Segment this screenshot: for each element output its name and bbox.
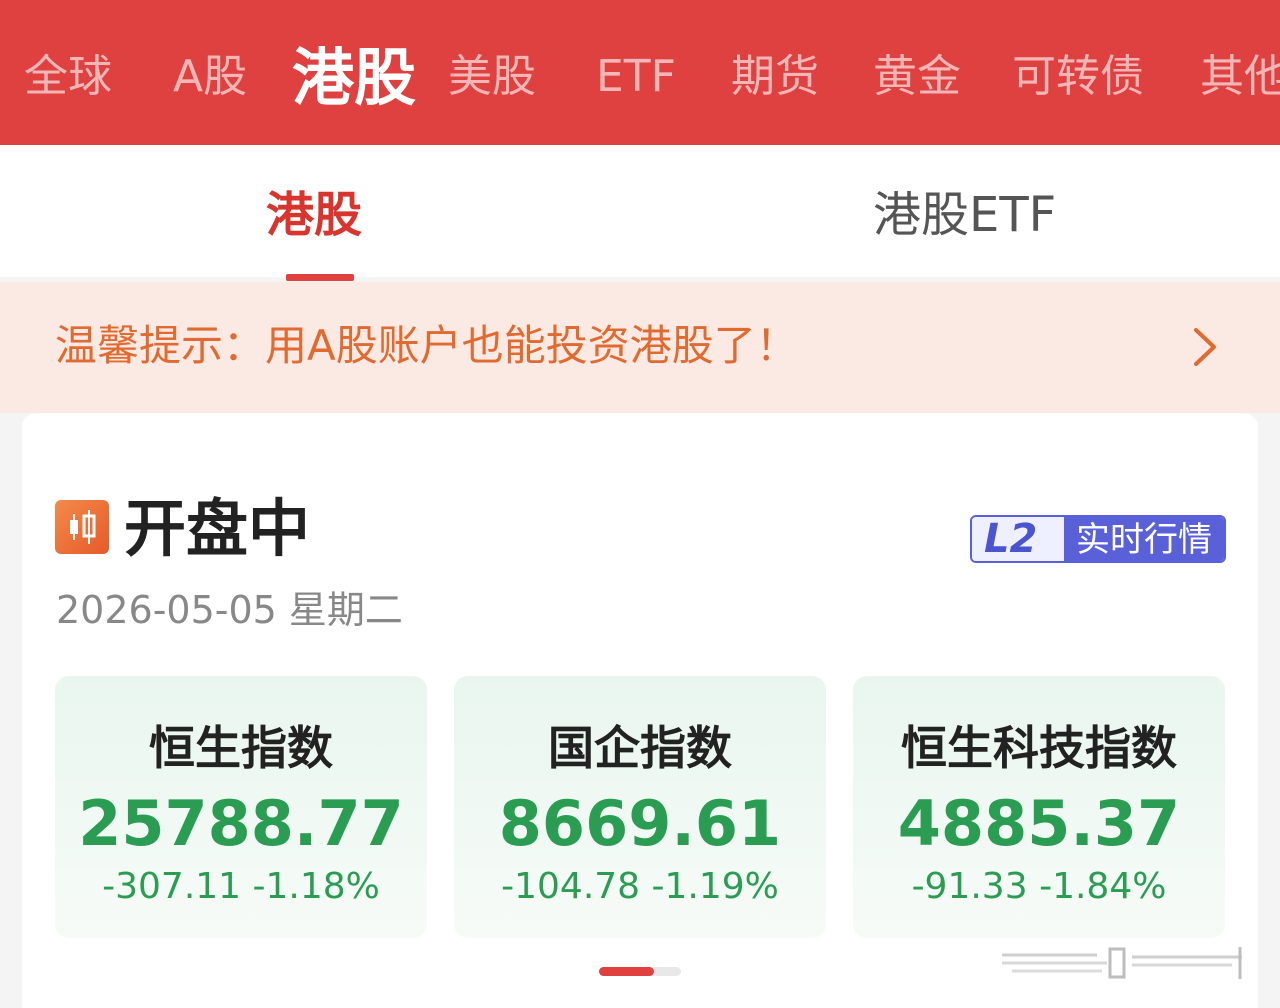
market-overview-card: 开盘中 2026-05-05 星期二 L2 实时行情 恒生指数 25788.77… [22, 413, 1258, 1008]
market-tab-global[interactable]: 全球 [24, 47, 112, 107]
sub-tab-bar: 港股 港股ETF [0, 145, 1280, 281]
l2-badge-code: L2 [984, 516, 1038, 562]
index-value: 4885.37 [897, 787, 1181, 860]
index-name: 国企指数 [548, 721, 732, 775]
index-name: 恒生科技指数 [901, 721, 1177, 775]
candlestick-icon [55, 500, 109, 554]
index-change-percent: -1.84% [1039, 866, 1167, 907]
index-change: -91.33 -1.84% [853, 864, 1225, 910]
active-tab-indicator [286, 274, 354, 281]
sub-tab-hk-etf[interactable]: 港股ETF [873, 185, 1056, 245]
l2-realtime-badge[interactable]: L2 实时行情 [970, 515, 1226, 563]
index-card-hsi[interactable]: 恒生指数 25788.77 -307.11 -1.18% [55, 676, 427, 938]
index-change-percent: -1.19% [651, 866, 779, 907]
market-tab-a-share[interactable]: A股 [173, 47, 247, 107]
carousel-active-dot [599, 967, 654, 976]
index-value: 8669.61 [498, 787, 782, 860]
index-change-points: -91.33 [911, 866, 1028, 907]
index-value: 25788.77 [78, 787, 404, 860]
market-tab-futures[interactable]: 期货 [731, 47, 819, 107]
market-tab-other[interactable]: 其他 [1200, 47, 1280, 107]
index-card-hscei[interactable]: 国企指数 8669.61 -104.78 -1.19% [454, 676, 826, 938]
carousel-page-indicator [599, 967, 681, 976]
market-tab-convertible-bond[interactable]: 可转债 [1012, 47, 1144, 107]
index-change-points: -104.78 [501, 866, 641, 907]
watermark-graphic [1002, 947, 1242, 979]
index-change: -104.78 -1.19% [454, 864, 826, 910]
index-card-hstech[interactable]: 恒生科技指数 4885.37 -91.33 -1.84% [853, 676, 1225, 938]
index-change-points: -307.11 [102, 866, 242, 907]
market-tab-us-stock[interactable]: 美股 [448, 47, 536, 107]
market-tab-etf[interactable]: ETF [596, 47, 676, 107]
market-status: 开盘中 [124, 492, 311, 565]
market-tab-hk-stock[interactable]: 港股 [292, 40, 416, 116]
market-tab-gold[interactable]: 黄金 [873, 47, 961, 107]
sub-tab-hk-stock[interactable]: 港股 [266, 185, 362, 245]
chevron-right-icon [1194, 328, 1216, 366]
market-date: 2026-05-05 星期二 [56, 588, 403, 632]
notice-text: 温馨提示：用A股账户也能投资港股了！ [55, 321, 798, 370]
index-change: -307.11 -1.18% [55, 864, 427, 910]
market-nav: 全球 A股 港股 美股 ETF 期货 黄金 可转债 其他 [0, 0, 1280, 145]
index-name: 恒生指数 [149, 721, 333, 775]
l2-badge-label: 实时行情 [1076, 520, 1212, 560]
notice-banner[interactable]: 温馨提示：用A股账户也能投资港股了！ [0, 282, 1280, 413]
index-change-percent: -1.18% [252, 866, 380, 907]
